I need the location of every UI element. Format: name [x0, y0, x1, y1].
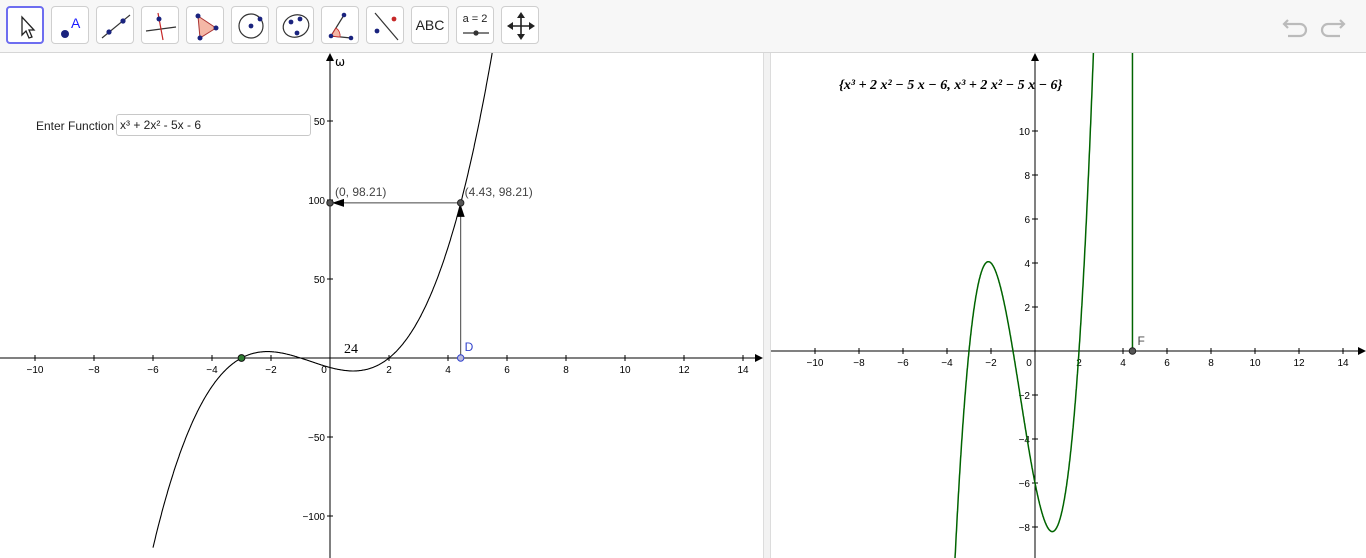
x-tick-label: 0 — [1026, 358, 1032, 369]
graphics-view-2-canvas[interactable]: −10 −8 −6 −4 −2 0 2 4 6 8 10 12 14108642−2−4−6−8 F {… — [771, 53, 1366, 558]
y-tick-label: −100 — [302, 512, 325, 523]
svg-text:A: A — [71, 15, 81, 31]
reflect-icon — [374, 12, 399, 41]
input-label: Enter Function — [36, 119, 115, 133]
x-tick-label: −2 — [985, 358, 997, 369]
x-tick-label: 12 — [678, 365, 690, 376]
x-tick-label: −4 — [941, 358, 953, 369]
right-axes: −10 −8 −6 −4 −2 0 2 4 6 8 10 12 14108642−2−4−6−8 — [771, 53, 1366, 558]
x-tick-label: 8 — [563, 365, 569, 376]
point-b — [456, 199, 465, 207]
point-f — [1128, 347, 1137, 355]
x-tick-label: −8 — [853, 358, 865, 369]
x-tick-label: −8 — [88, 365, 100, 376]
circle-icon — [238, 13, 264, 39]
left-axes: −10 −8 −6 −4 −2 0 2 4 6 8 10 12 145010050−50−100 — [0, 53, 763, 558]
x-axis-arrow-icon — [755, 354, 763, 362]
y-tick-label: −6 — [1019, 479, 1031, 490]
x-tick-label: −6 — [897, 358, 909, 369]
x-tick-label: 6 — [504, 365, 510, 376]
formula-text: {x³ + 2 x² − 5 x − 6, x³ + 2 x² − 5 x − … — [839, 78, 1063, 93]
toolbar: A ABC a = 2 — [0, 0, 1366, 53]
point-icon: A — [61, 15, 81, 38]
polygon-icon — [195, 13, 219, 41]
x-tick-label: −2 — [265, 365, 277, 376]
y-tick-label: 2 — [1024, 303, 1030, 314]
x-tick-label: 2 — [1076, 358, 1082, 369]
y-axis-arrow-icon — [1031, 53, 1039, 61]
y-tick-label: −8 — [1019, 523, 1031, 534]
circle-tool-button[interactable] — [231, 6, 269, 44]
x-tick-label: 12 — [1293, 358, 1305, 369]
y-tick-label: 6 — [1024, 215, 1030, 226]
polygon-tool-button[interactable] — [186, 6, 224, 44]
graphics-view-2[interactable]: −10 −8 −6 −4 −2 0 2 4 6 8 10 12 14 10 8 6 4 2 −2 −4 −6 −8 F {… — [771, 53, 1366, 558]
x-tick-label: 4 — [445, 365, 451, 376]
move-tool-button[interactable] — [6, 6, 44, 44]
root-point — [237, 354, 246, 362]
x-tick-label: −4 — [206, 365, 218, 376]
x-tick-label: −6 — [147, 365, 159, 376]
line-tool-button[interactable] — [96, 6, 134, 44]
y-tick-label: 8 — [1024, 171, 1030, 182]
point-d — [456, 354, 465, 362]
arrow-left-icon — [332, 198, 344, 207]
point-a-label: (0, 98.21) — [335, 185, 386, 199]
perpendicular-line-icon — [145, 12, 177, 41]
angle-icon — [328, 12, 354, 41]
y-tick-label: 100 — [308, 196, 325, 207]
text-label: 24 — [344, 342, 358, 357]
redo-icon[interactable] — [1316, 12, 1348, 40]
point-tool-button[interactable]: A — [51, 6, 89, 44]
text-tool-label: ABC — [415, 17, 445, 33]
arrow-up-icon — [456, 204, 465, 217]
angle-tool-button[interactable] — [321, 6, 359, 44]
move-graphics-view-tool-button[interactable] — [501, 6, 539, 44]
graphics-view-1[interactable]: −10 −8 −6 −4 −2 0 2 4 6 8 10 12 14 50 100 50 −50 −100 (0,… — [0, 53, 763, 558]
y-axis-arrow-icon — [326, 53, 334, 61]
point-f-label: F — [1137, 334, 1144, 348]
x-axis-arrow-icon — [1358, 347, 1366, 355]
x-tick-label: −10 — [27, 365, 44, 376]
y-tick-label: 4 — [1024, 259, 1030, 270]
y-tick-label: 10 — [1019, 127, 1031, 138]
x-tick-label: 2 — [386, 365, 392, 376]
y-axis-label: ω — [335, 55, 345, 69]
point-b-label: (4.43, 98.21) — [465, 185, 533, 199]
y-tick-label: 50 — [314, 275, 326, 286]
undo-icon[interactable] — [1280, 12, 1312, 40]
function-input[interactable] — [116, 114, 311, 136]
x-tick-label: 14 — [1337, 358, 1349, 369]
y-tick-label: −50 — [308, 433, 325, 444]
graphics-view-1-canvas[interactable]: −10 −8 −6 −4 −2 0 2 4 6 8 10 12 145010050−50−100 (0,… — [0, 53, 763, 558]
view-divider[interactable] — [763, 53, 771, 558]
x-tick-label: 6 — [1164, 358, 1170, 369]
conic-icon — [282, 14, 310, 38]
slider-icon — [463, 30, 489, 36]
text-tool-button[interactable]: ABC — [411, 6, 449, 44]
point-d-label: D — [465, 340, 474, 354]
line-icon — [101, 14, 131, 39]
x-tick-label: 14 — [737, 365, 749, 376]
conic-tool-button[interactable] — [276, 6, 314, 44]
perpendicular-line-tool-button[interactable] — [141, 6, 179, 44]
x-tick-label: 8 — [1208, 358, 1214, 369]
move-arrows-icon — [507, 12, 535, 40]
x-tick-label: −10 — [807, 358, 824, 369]
point-a — [326, 199, 334, 207]
cursor-arrow-icon — [21, 15, 36, 39]
x-tick-label: 4 — [1120, 358, 1126, 369]
x-tick-label: 10 — [1249, 358, 1261, 369]
slider-tool-button[interactable]: a = 2 — [456, 6, 494, 44]
reflect-tool-button[interactable] — [366, 6, 404, 44]
x-tick-label: 10 — [619, 365, 631, 376]
y-tick-label: 50 — [314, 117, 326, 128]
